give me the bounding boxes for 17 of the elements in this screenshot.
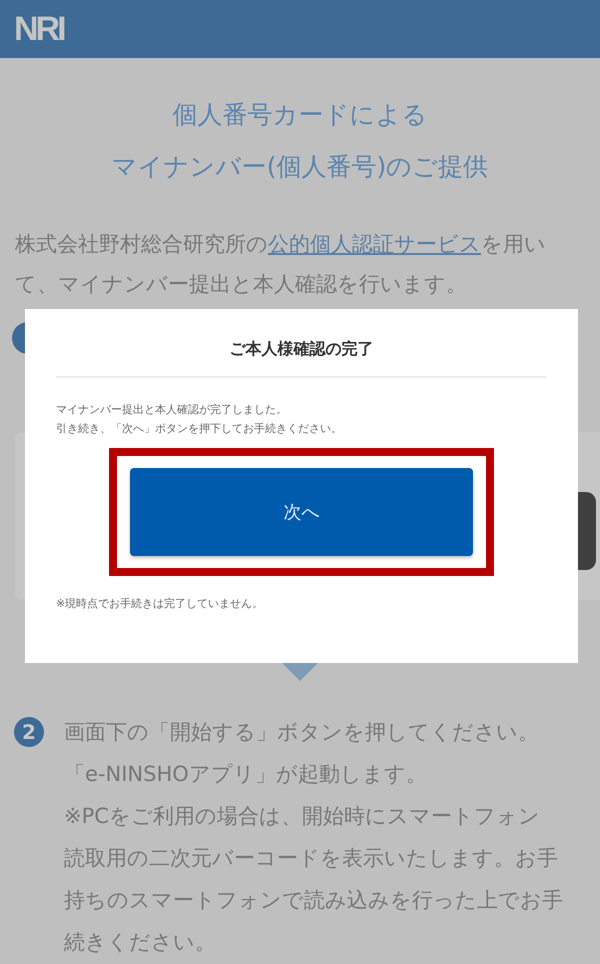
step-number: 2 xyxy=(14,717,44,747)
next-button[interactable]: 次へ xyxy=(130,468,473,556)
step-text: 「e-NINSHOアプリ」が起動します。 xyxy=(64,761,428,788)
intro-text: 株式会社野村総合研究所の公的個人認証サービス を用い xyxy=(15,231,547,258)
dialog-title: ご本人様確認の完了 xyxy=(56,339,547,378)
step-text: 読取用の二次元バーコードを表示いたします。お手 xyxy=(64,845,559,872)
logo: NRI xyxy=(14,10,64,48)
dialog-message: 引き続き、「次へ」ボタンを押下してお手続きください。 xyxy=(56,421,343,437)
dialog-note: ※現時点でお手続きは完了していません。 xyxy=(56,596,264,611)
page-title: 個人番号カードによる xyxy=(172,99,428,131)
intro-text: て、マイナンバー提出と本人確認を行います。 xyxy=(15,271,468,298)
step-text: 持ちのスマートフォンで読み込みを行った上でお手 xyxy=(64,887,563,914)
page-title: マイナンバー(個人番号)のご提供 xyxy=(112,151,488,183)
step-text: 続きください。 xyxy=(64,929,217,956)
step-text: ※PCをご利用の場合は、開始時にスマートフォン xyxy=(64,803,541,830)
step-text: 画面下の「開始する」ボタンを押してください。 xyxy=(64,719,540,746)
dialog-message: マイナンバー提出と本人確認が完了しました。 xyxy=(56,402,288,418)
